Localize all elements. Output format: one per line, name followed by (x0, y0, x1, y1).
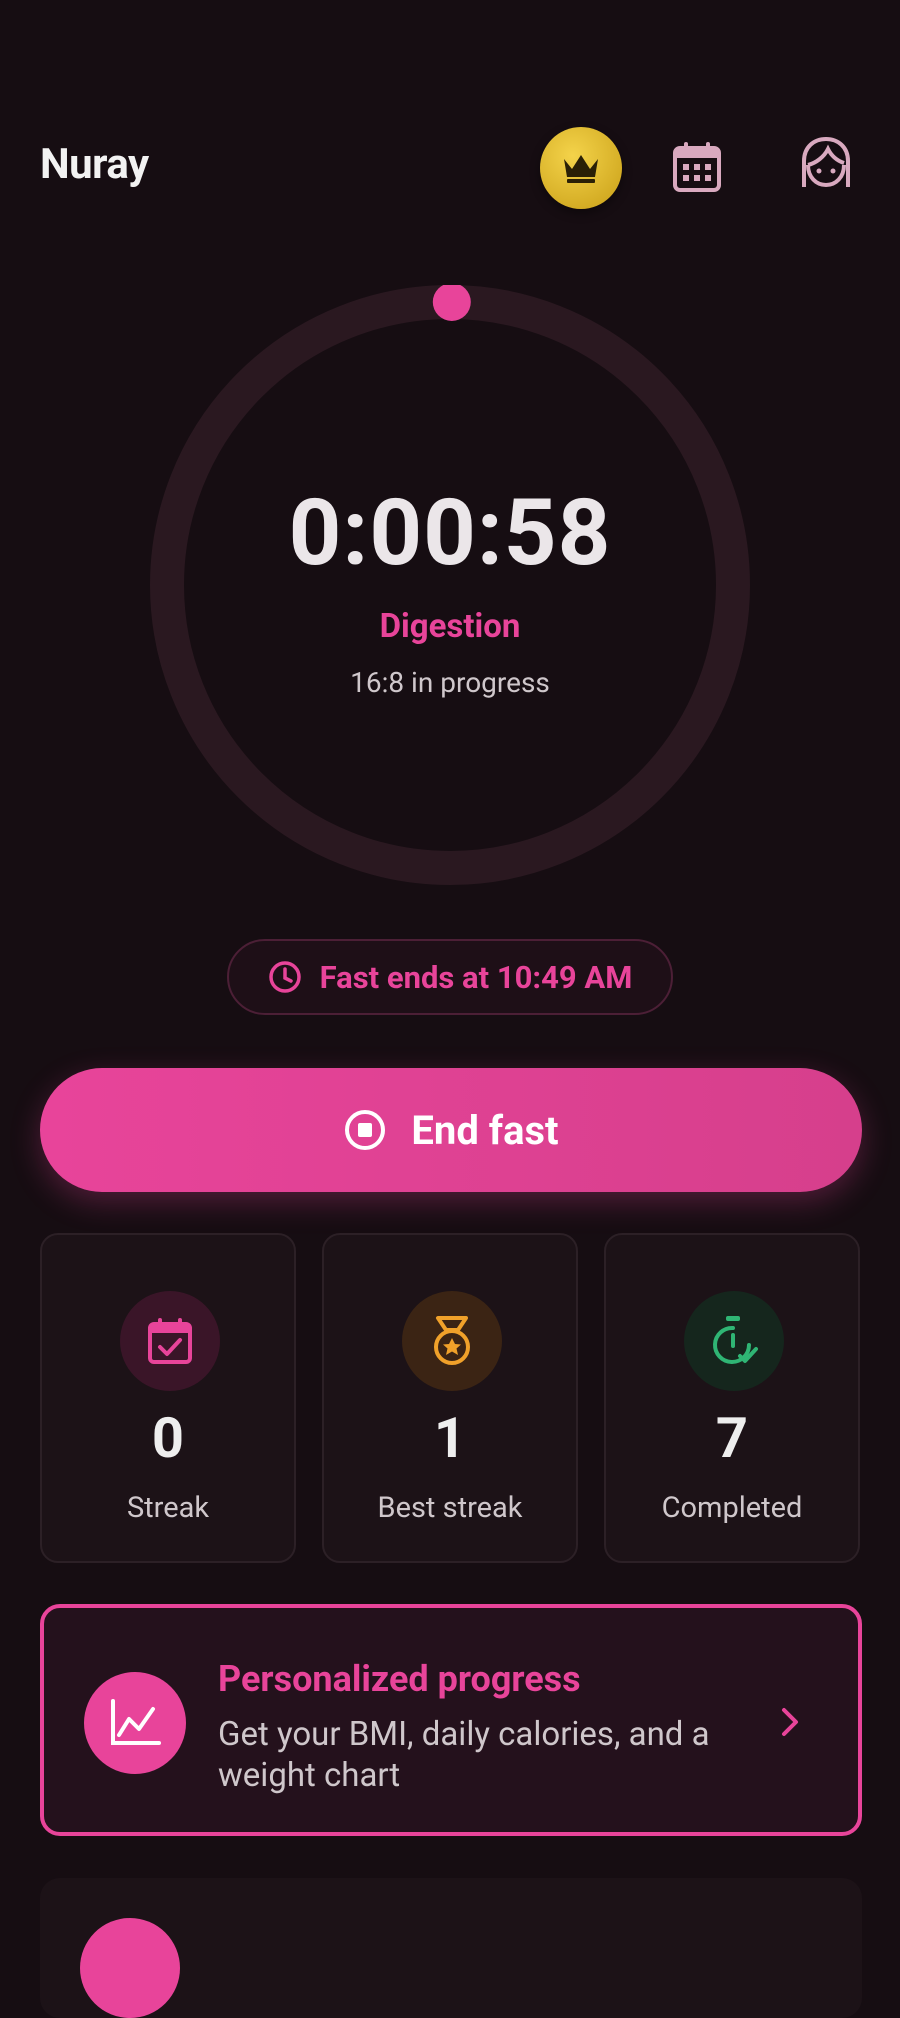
promo-title: Personalized progress (218, 1658, 581, 1700)
best-streak-label: Best streak (377, 1491, 523, 1525)
end-fast-button[interactable]: End fast (40, 1068, 862, 1192)
avatar-icon (802, 136, 850, 188)
personalized-progress-card[interactable]: Personalized progress Get your BMI, dail… (40, 1604, 862, 1836)
completed-value: 7 (715, 1405, 749, 1471)
fast-ends-label: Fast ends at 10:49 AM (319, 958, 633, 996)
fast-ends-pill[interactable]: Fast ends at 10:49 AM (227, 939, 673, 1015)
next-card[interactable] (40, 1878, 862, 2018)
end-fast-label: End fast (411, 1106, 559, 1154)
card-icon (80, 1918, 180, 2018)
username: Nuray (40, 140, 149, 189)
crown-icon (564, 155, 598, 183)
profile-button[interactable] (795, 132, 857, 194)
streak-value: 0 (151, 1405, 185, 1471)
clock-icon (268, 961, 301, 993)
stop-icon (345, 1110, 386, 1150)
medal-icon (434, 1316, 470, 1365)
calendar-button[interactable] (665, 135, 729, 199)
premium-button[interactable] (540, 127, 622, 209)
best-streak-value: 1 (433, 1405, 467, 1471)
streak-label: Streak (126, 1491, 210, 1525)
stat-card-streak[interactable]: 0 Streak (40, 1233, 296, 1563)
protocol-status: 16:8 in progress (350, 666, 550, 699)
elapsed-timer: 0:00:58 (288, 480, 612, 587)
promo-description: Get your BMI, daily calories, and a weig… (218, 1715, 710, 1795)
calendar-check-icon (148, 1318, 192, 1364)
completed-label: Completed (661, 1491, 803, 1525)
stat-card-best-streak[interactable]: 1 Best streak (322, 1233, 578, 1563)
stopwatch-check-icon (713, 1316, 758, 1364)
line-chart-icon (111, 1699, 161, 1745)
chevron-right-icon[interactable] (772, 1704, 808, 1740)
stat-card-completed[interactable]: 7 Completed (604, 1233, 860, 1563)
fasting-stage: Digestion (379, 607, 521, 646)
calendar-icon (673, 142, 721, 192)
